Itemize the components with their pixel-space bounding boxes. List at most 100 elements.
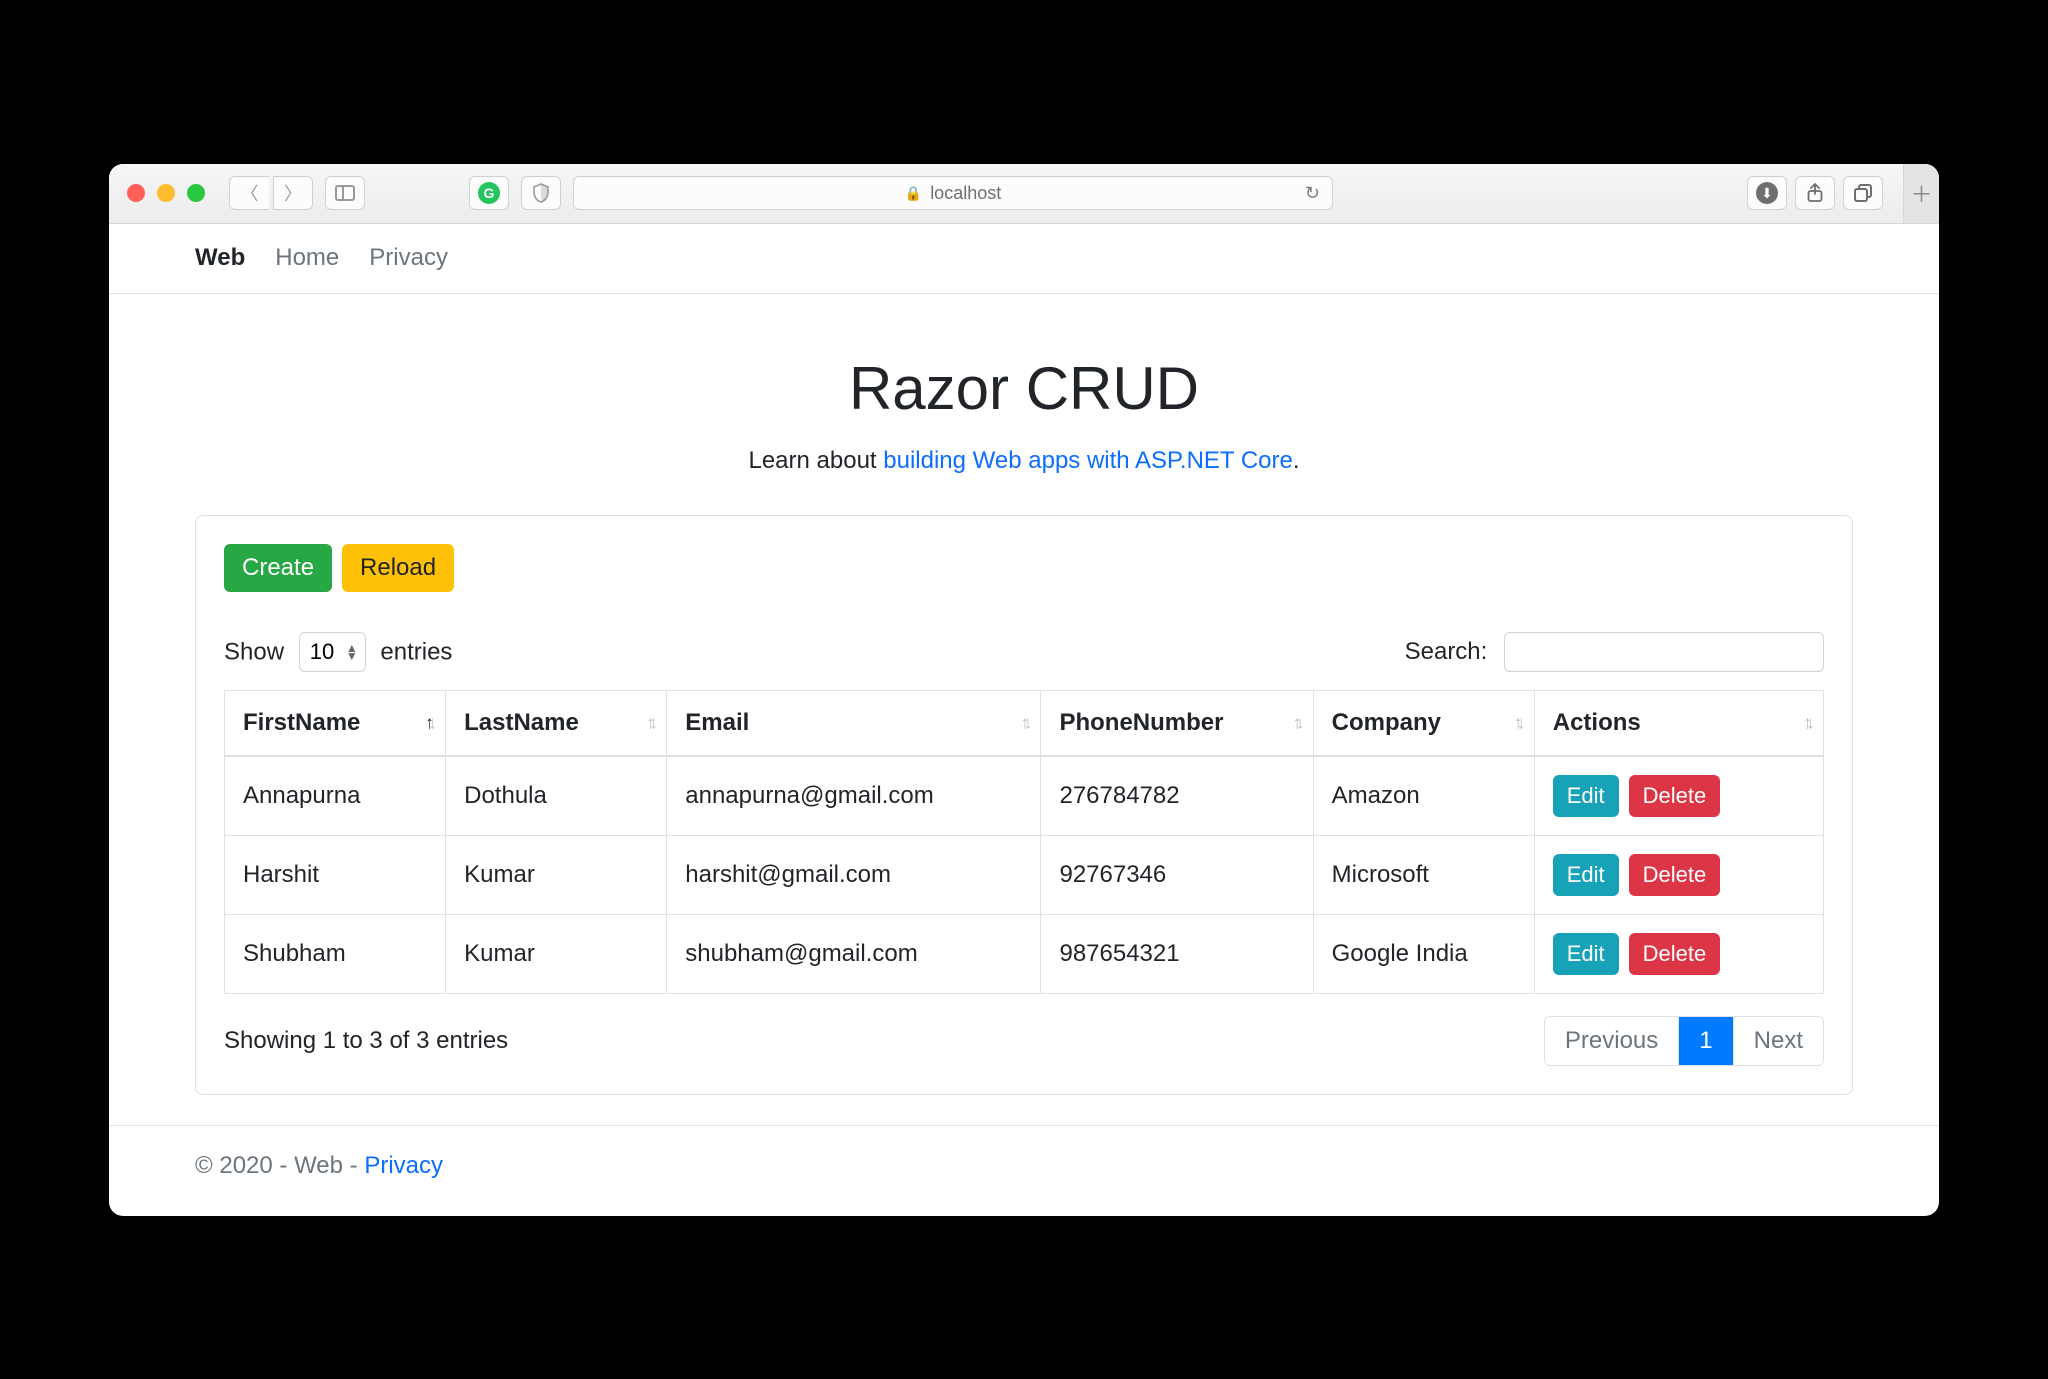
search-input[interactable]	[1504, 632, 1824, 672]
sort-icon: ↑↓	[1293, 712, 1299, 733]
cell-first: Shubham	[225, 914, 446, 993]
maximize-window-button[interactable]	[187, 184, 205, 202]
window-controls	[127, 184, 205, 202]
reload-button[interactable]: Reload	[342, 544, 454, 592]
delete-button[interactable]: Delete	[1629, 933, 1721, 975]
search-control: Search:	[1405, 632, 1824, 672]
address-bar[interactable]: 🔒 localhost ↻	[573, 176, 1333, 210]
length-control: Show 10 ▲▼ entries	[224, 632, 452, 672]
length-suffix: entries	[380, 638, 452, 665]
lead-prefix: Learn about	[748, 447, 883, 474]
tabs-icon	[1854, 184, 1872, 202]
pager: Previous 1 Next	[1544, 1016, 1824, 1066]
lead-link[interactable]: building Web apps with ASP.NET Core	[883, 447, 1293, 474]
grammarly-icon: G	[478, 182, 500, 204]
titlebar: 〈 〉 G 🔒 localhost ↻ ⬇	[109, 164, 1939, 224]
nav-link-home[interactable]: Home	[275, 244, 339, 272]
footer-privacy-link[interactable]: Privacy	[364, 1152, 443, 1179]
search-label: Search:	[1405, 638, 1488, 665]
cell-actions: Edit Delete	[1534, 756, 1823, 836]
lead-text: Learn about building Web apps with ASP.N…	[195, 447, 1853, 475]
table-row: Harshit Kumar harshit@gmail.com 92767346…	[225, 835, 1824, 914]
lead-suffix: .	[1293, 447, 1300, 474]
action-row: Create Reload	[224, 544, 1824, 592]
minimize-window-button[interactable]	[157, 184, 175, 202]
cell-phone: 987654321	[1041, 914, 1313, 993]
cell-phone: 276784782	[1041, 756, 1313, 836]
shield-icon	[532, 183, 550, 203]
chevron-right-icon: 〉	[284, 180, 302, 206]
col-firstname[interactable]: FirstName↑↓	[225, 690, 446, 756]
col-company[interactable]: Company↑↓	[1313, 690, 1534, 756]
page-title: Razor CRUD	[195, 354, 1853, 423]
share-button[interactable]	[1795, 176, 1835, 210]
pager-next[interactable]: Next	[1733, 1017, 1823, 1065]
cell-email: annapurna@gmail.com	[667, 756, 1041, 836]
data-table: FirstName↑↓ LastName↑↓ Email↑↓ PhoneNumb…	[224, 690, 1824, 994]
data-card: Create Reload Show 10 ▲▼ entries Search:	[195, 515, 1853, 1095]
create-button[interactable]: Create	[224, 544, 332, 592]
edit-button[interactable]: Edit	[1553, 854, 1619, 896]
tabs-button[interactable]	[1843, 176, 1883, 210]
nav-back-forward: 〈 〉	[229, 176, 313, 210]
col-lastname[interactable]: LastName↑↓	[446, 690, 667, 756]
titlebar-right: ⬇	[1747, 176, 1883, 210]
cell-email: harshit@gmail.com	[667, 835, 1041, 914]
privacy-shield-button[interactable]	[521, 176, 561, 210]
datatable-bottom: Showing 1 to 3 of 3 entries Previous 1 N…	[224, 1016, 1824, 1066]
cell-email: shubham@gmail.com	[667, 914, 1041, 993]
chevron-left-icon: 〈	[241, 180, 259, 206]
brand[interactable]: Web	[195, 244, 245, 272]
table-row: Annapurna Dothula annapurna@gmail.com 27…	[225, 756, 1824, 836]
table-body: Annapurna Dothula annapurna@gmail.com 27…	[225, 756, 1824, 994]
sort-icon: ↑↓	[1020, 712, 1026, 733]
table-info: Showing 1 to 3 of 3 entries	[224, 1027, 508, 1055]
pager-page-1[interactable]: 1	[1678, 1017, 1732, 1065]
sort-icon: ↑↓	[1803, 712, 1809, 733]
download-icon: ⬇	[1756, 182, 1778, 204]
footer: © 2020 - Web - Privacy	[109, 1125, 1939, 1216]
cell-actions: Edit Delete	[1534, 914, 1823, 993]
cell-company: Google India	[1313, 914, 1534, 993]
cell-company: Microsoft	[1313, 835, 1534, 914]
sidebar-icon	[335, 185, 355, 201]
grammarly-button[interactable]: G	[469, 176, 509, 210]
edit-button[interactable]: Edit	[1553, 775, 1619, 817]
length-prefix: Show	[224, 638, 284, 665]
table-header-row: FirstName↑↓ LastName↑↓ Email↑↓ PhoneNumb…	[225, 690, 1824, 756]
pager-previous[interactable]: Previous	[1545, 1017, 1678, 1065]
cell-company: Amazon	[1313, 756, 1534, 836]
browser-window: 〈 〉 G 🔒 localhost ↻ ⬇	[109, 164, 1939, 1216]
lock-icon: 🔒	[905, 185, 922, 202]
col-phone[interactable]: PhoneNumber↑↓	[1041, 690, 1313, 756]
footer-text: © 2020 - Web -	[195, 1152, 364, 1179]
cell-first: Annapurna	[225, 756, 446, 836]
sort-icon: ↑↓	[1514, 712, 1520, 733]
new-tab-button[interactable]: ＋	[1903, 164, 1939, 224]
back-button[interactable]: 〈	[229, 176, 269, 210]
sidebar-toggle-button[interactable]	[325, 176, 365, 210]
delete-button[interactable]: Delete	[1629, 775, 1721, 817]
share-icon	[1806, 183, 1824, 203]
col-email[interactable]: Email↑↓	[667, 690, 1041, 756]
nav-link-privacy[interactable]: Privacy	[369, 244, 448, 272]
navbar: Web Home Privacy	[109, 224, 1939, 294]
cell-actions: Edit Delete	[1534, 835, 1823, 914]
downloads-button[interactable]: ⬇	[1747, 176, 1787, 210]
forward-button[interactable]: 〉	[273, 176, 313, 210]
length-select[interactable]: 10	[299, 632, 366, 672]
sort-icon: ↑↓	[425, 712, 431, 733]
address-text: localhost	[930, 183, 1001, 204]
cell-last: Dothula	[446, 756, 667, 836]
datatable-top: Show 10 ▲▼ entries Search:	[224, 632, 1824, 672]
reload-icon[interactable]: ↻	[1305, 183, 1320, 204]
delete-button[interactable]: Delete	[1629, 854, 1721, 896]
main-container: Razor CRUD Learn about building Web apps…	[109, 294, 1939, 1125]
cell-first: Harshit	[225, 835, 446, 914]
sort-icon: ↑↓	[646, 712, 652, 733]
close-window-button[interactable]	[127, 184, 145, 202]
col-actions[interactable]: Actions↑↓	[1534, 690, 1823, 756]
cell-phone: 92767346	[1041, 835, 1313, 914]
edit-button[interactable]: Edit	[1553, 933, 1619, 975]
cell-last: Kumar	[446, 914, 667, 993]
